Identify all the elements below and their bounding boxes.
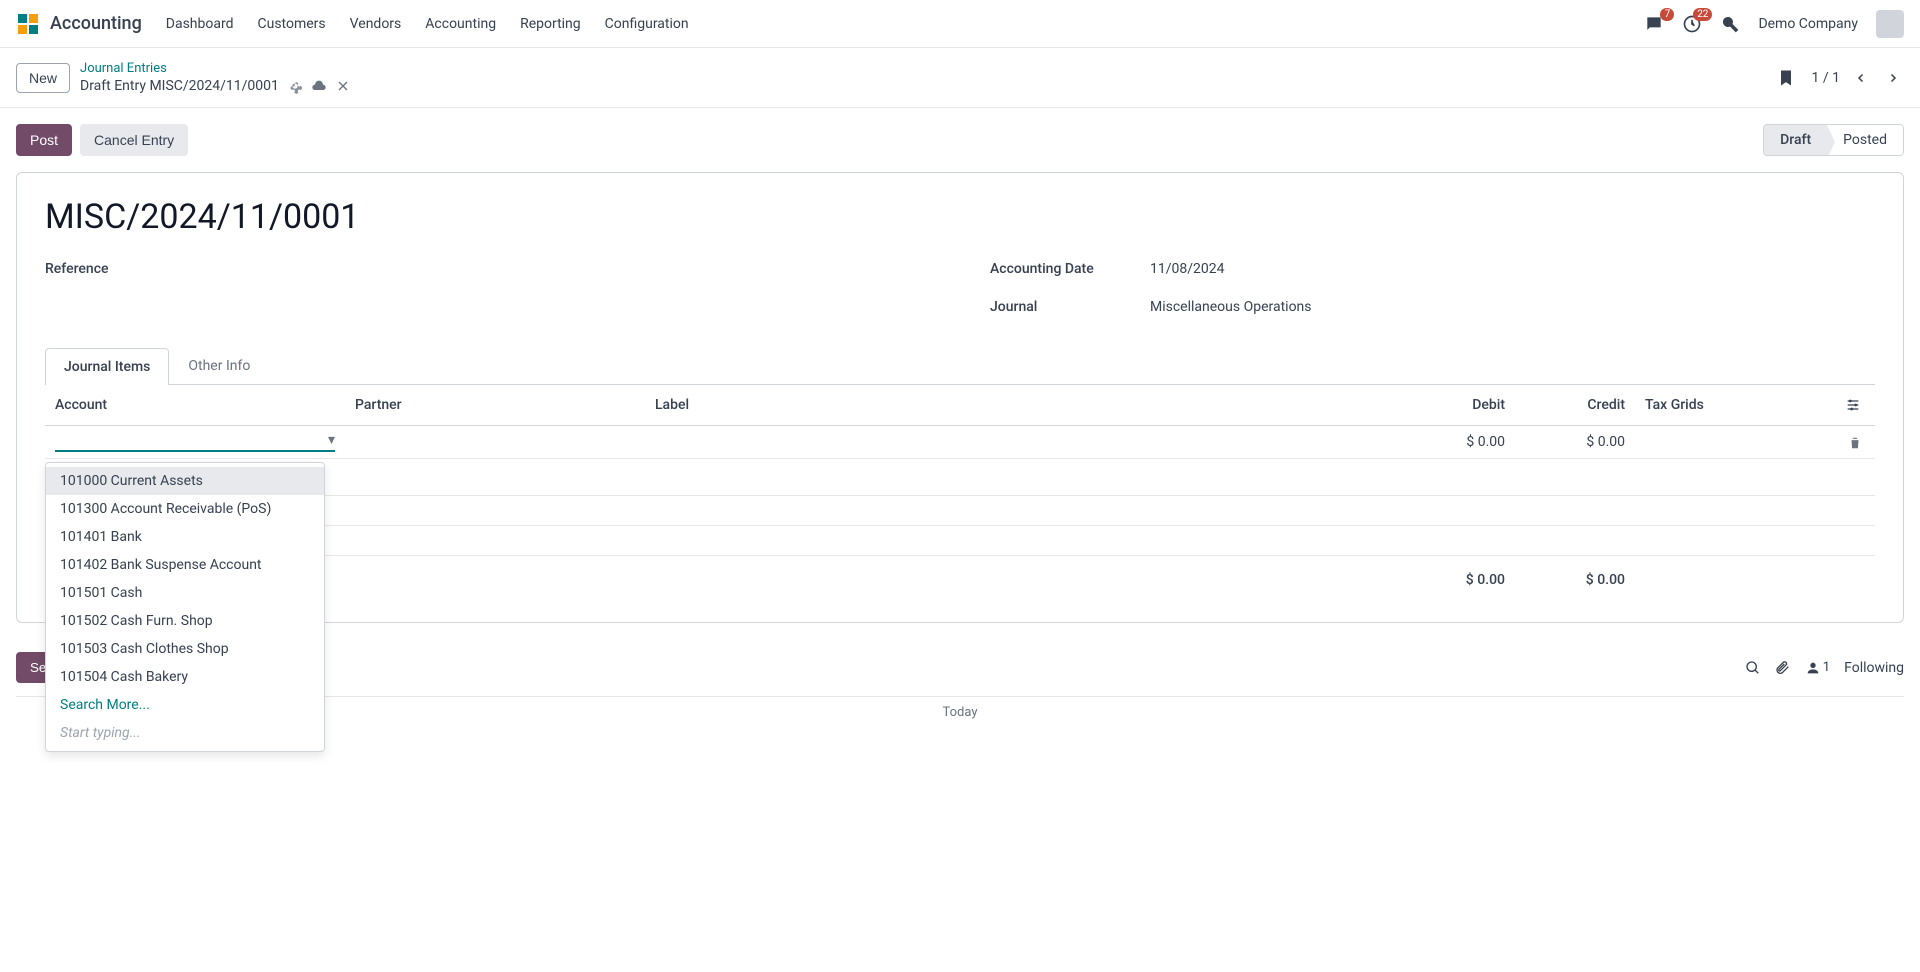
new-button[interactable]: New [16,63,70,93]
company-selector[interactable]: Demo Company [1758,16,1858,32]
pager-next[interactable] [1882,67,1904,89]
pager-text: 1 / 1 [1812,70,1840,86]
activity-badge: 22 [1693,8,1712,21]
wrench-icon [1720,14,1740,34]
nav-configuration[interactable]: Configuration [605,16,689,32]
th-label[interactable]: Label [645,385,1395,426]
accounting-date-label: Accounting Date [990,261,1130,277]
status-bar: Post Cancel Entry Draft Posted [0,108,1920,172]
dropdown-item[interactable]: 101504 Cash Bakery [46,663,324,691]
status-indicator: Draft Posted [1763,124,1904,156]
app-logo-icon [16,12,40,36]
th-settings[interactable] [1835,385,1875,426]
control-bar: New Journal Entries Draft Entry MISC/202… [0,48,1920,108]
accounting-date-value[interactable]: 11/08/2024 [1150,261,1225,277]
total-credit: $ 0.00 [1515,556,1635,599]
tab-other-info[interactable]: Other Info [169,347,269,384]
pager: 1 / 1 [1812,67,1904,89]
account-dropdown: 101000 Current Assets 101300 Account Rec… [45,462,325,752]
credit-cell[interactable]: $ 0.00 [1515,426,1635,459]
debug-button[interactable] [1720,14,1740,34]
reference-label: Reference [45,261,185,277]
total-debit: $ 0.00 [1395,556,1515,599]
account-input[interactable] [55,432,324,448]
delete-row-button[interactable] [1848,434,1862,450]
journal-value[interactable]: Miscellaneous Operations [1150,299,1312,315]
chat-button[interactable]: 7 [1644,14,1664,34]
follower-count: 1 [1823,660,1830,675]
th-tax[interactable]: Tax Grids [1635,385,1835,426]
status-posted[interactable]: Posted [1827,125,1903,155]
post-button[interactable]: Post [16,124,72,156]
search-icon[interactable] [1745,660,1761,676]
dropdown-search-more[interactable]: Search More... [46,691,324,719]
pager-prev[interactable] [1850,67,1872,89]
breadcrumb: Journal Entries Draft Entry MISC/2024/11… [80,61,351,94]
nav-reporting[interactable]: Reporting [520,16,581,32]
nav-customers[interactable]: Customers [258,16,326,32]
nav-dashboard[interactable]: Dashboard [166,16,234,32]
close-icon[interactable] [335,78,351,94]
table-row[interactable]: ▾ 101000 Current Assets 101300 Account R… [45,426,1875,459]
dropdown-item[interactable]: 101503 Cash Clothes Shop [46,635,324,663]
top-nav: Accounting Dashboard Customers Vendors A… [0,0,1920,48]
chevron-down-icon[interactable]: ▾ [328,432,335,448]
chat-badge: 7 [1660,8,1674,21]
nav-vendors[interactable]: Vendors [350,16,402,32]
debit-cell[interactable]: $ 0.00 [1395,426,1515,459]
breadcrumb-current: Draft Entry MISC/2024/11/0001 [80,78,279,94]
form-sheet: MISC/2024/11/0001 Reference Accounting D… [16,172,1904,623]
chevron-left-icon [1855,72,1867,84]
breadcrumb-link[interactable]: Journal Entries [80,61,351,76]
status-draft[interactable]: Draft [1764,125,1827,155]
following-button[interactable]: Following [1844,660,1904,676]
th-account[interactable]: Account [45,385,345,426]
th-credit[interactable]: Credit [1515,385,1635,426]
cancel-entry-button[interactable]: Cancel Entry [80,124,188,156]
th-debit[interactable]: Debit [1395,385,1515,426]
chevron-right-icon [1887,72,1899,84]
journal-label: Journal [990,299,1130,315]
user-icon [1805,660,1821,676]
bookmark-icon[interactable] [1776,68,1796,88]
dropdown-item[interactable]: 101502 Cash Furn. Shop [46,607,324,635]
dropdown-item[interactable]: 101401 Bank [46,523,324,551]
tax-cell[interactable] [1635,426,1835,459]
nav-links: Dashboard Customers Vendors Accounting R… [166,16,689,32]
nav-accounting[interactable]: Accounting [425,16,496,32]
sliders-icon [1845,397,1861,413]
th-partner[interactable]: Partner [345,385,645,426]
attachment-icon[interactable] [1775,660,1791,676]
journal-items-table: Account Partner Label Debit Credit Tax G… [45,385,1875,598]
cloud-icon[interactable] [311,78,327,94]
dropdown-hint: Start typing... [46,719,324,747]
tab-journal-items[interactable]: Journal Items [45,348,169,385]
tabs: Journal Items Other Info [45,347,1875,385]
trash-icon [1848,436,1862,450]
page-title: MISC/2024/11/0001 [45,197,1875,237]
partner-cell[interactable] [345,426,645,459]
gear-icon[interactable] [287,78,303,94]
label-cell[interactable] [645,426,1395,459]
app-name[interactable]: Accounting [50,13,142,34]
dropdown-item[interactable]: 101501 Cash [46,579,324,607]
activity-button[interactable]: 22 [1682,14,1702,34]
followers-button[interactable]: 1 [1805,660,1830,676]
dropdown-item[interactable]: 101000 Current Assets [46,467,324,495]
dropdown-item[interactable]: 101300 Account Receivable (PoS) [46,495,324,523]
dropdown-item[interactable]: 101402 Bank Suspense Account [46,551,324,579]
avatar[interactable] [1876,10,1904,38]
